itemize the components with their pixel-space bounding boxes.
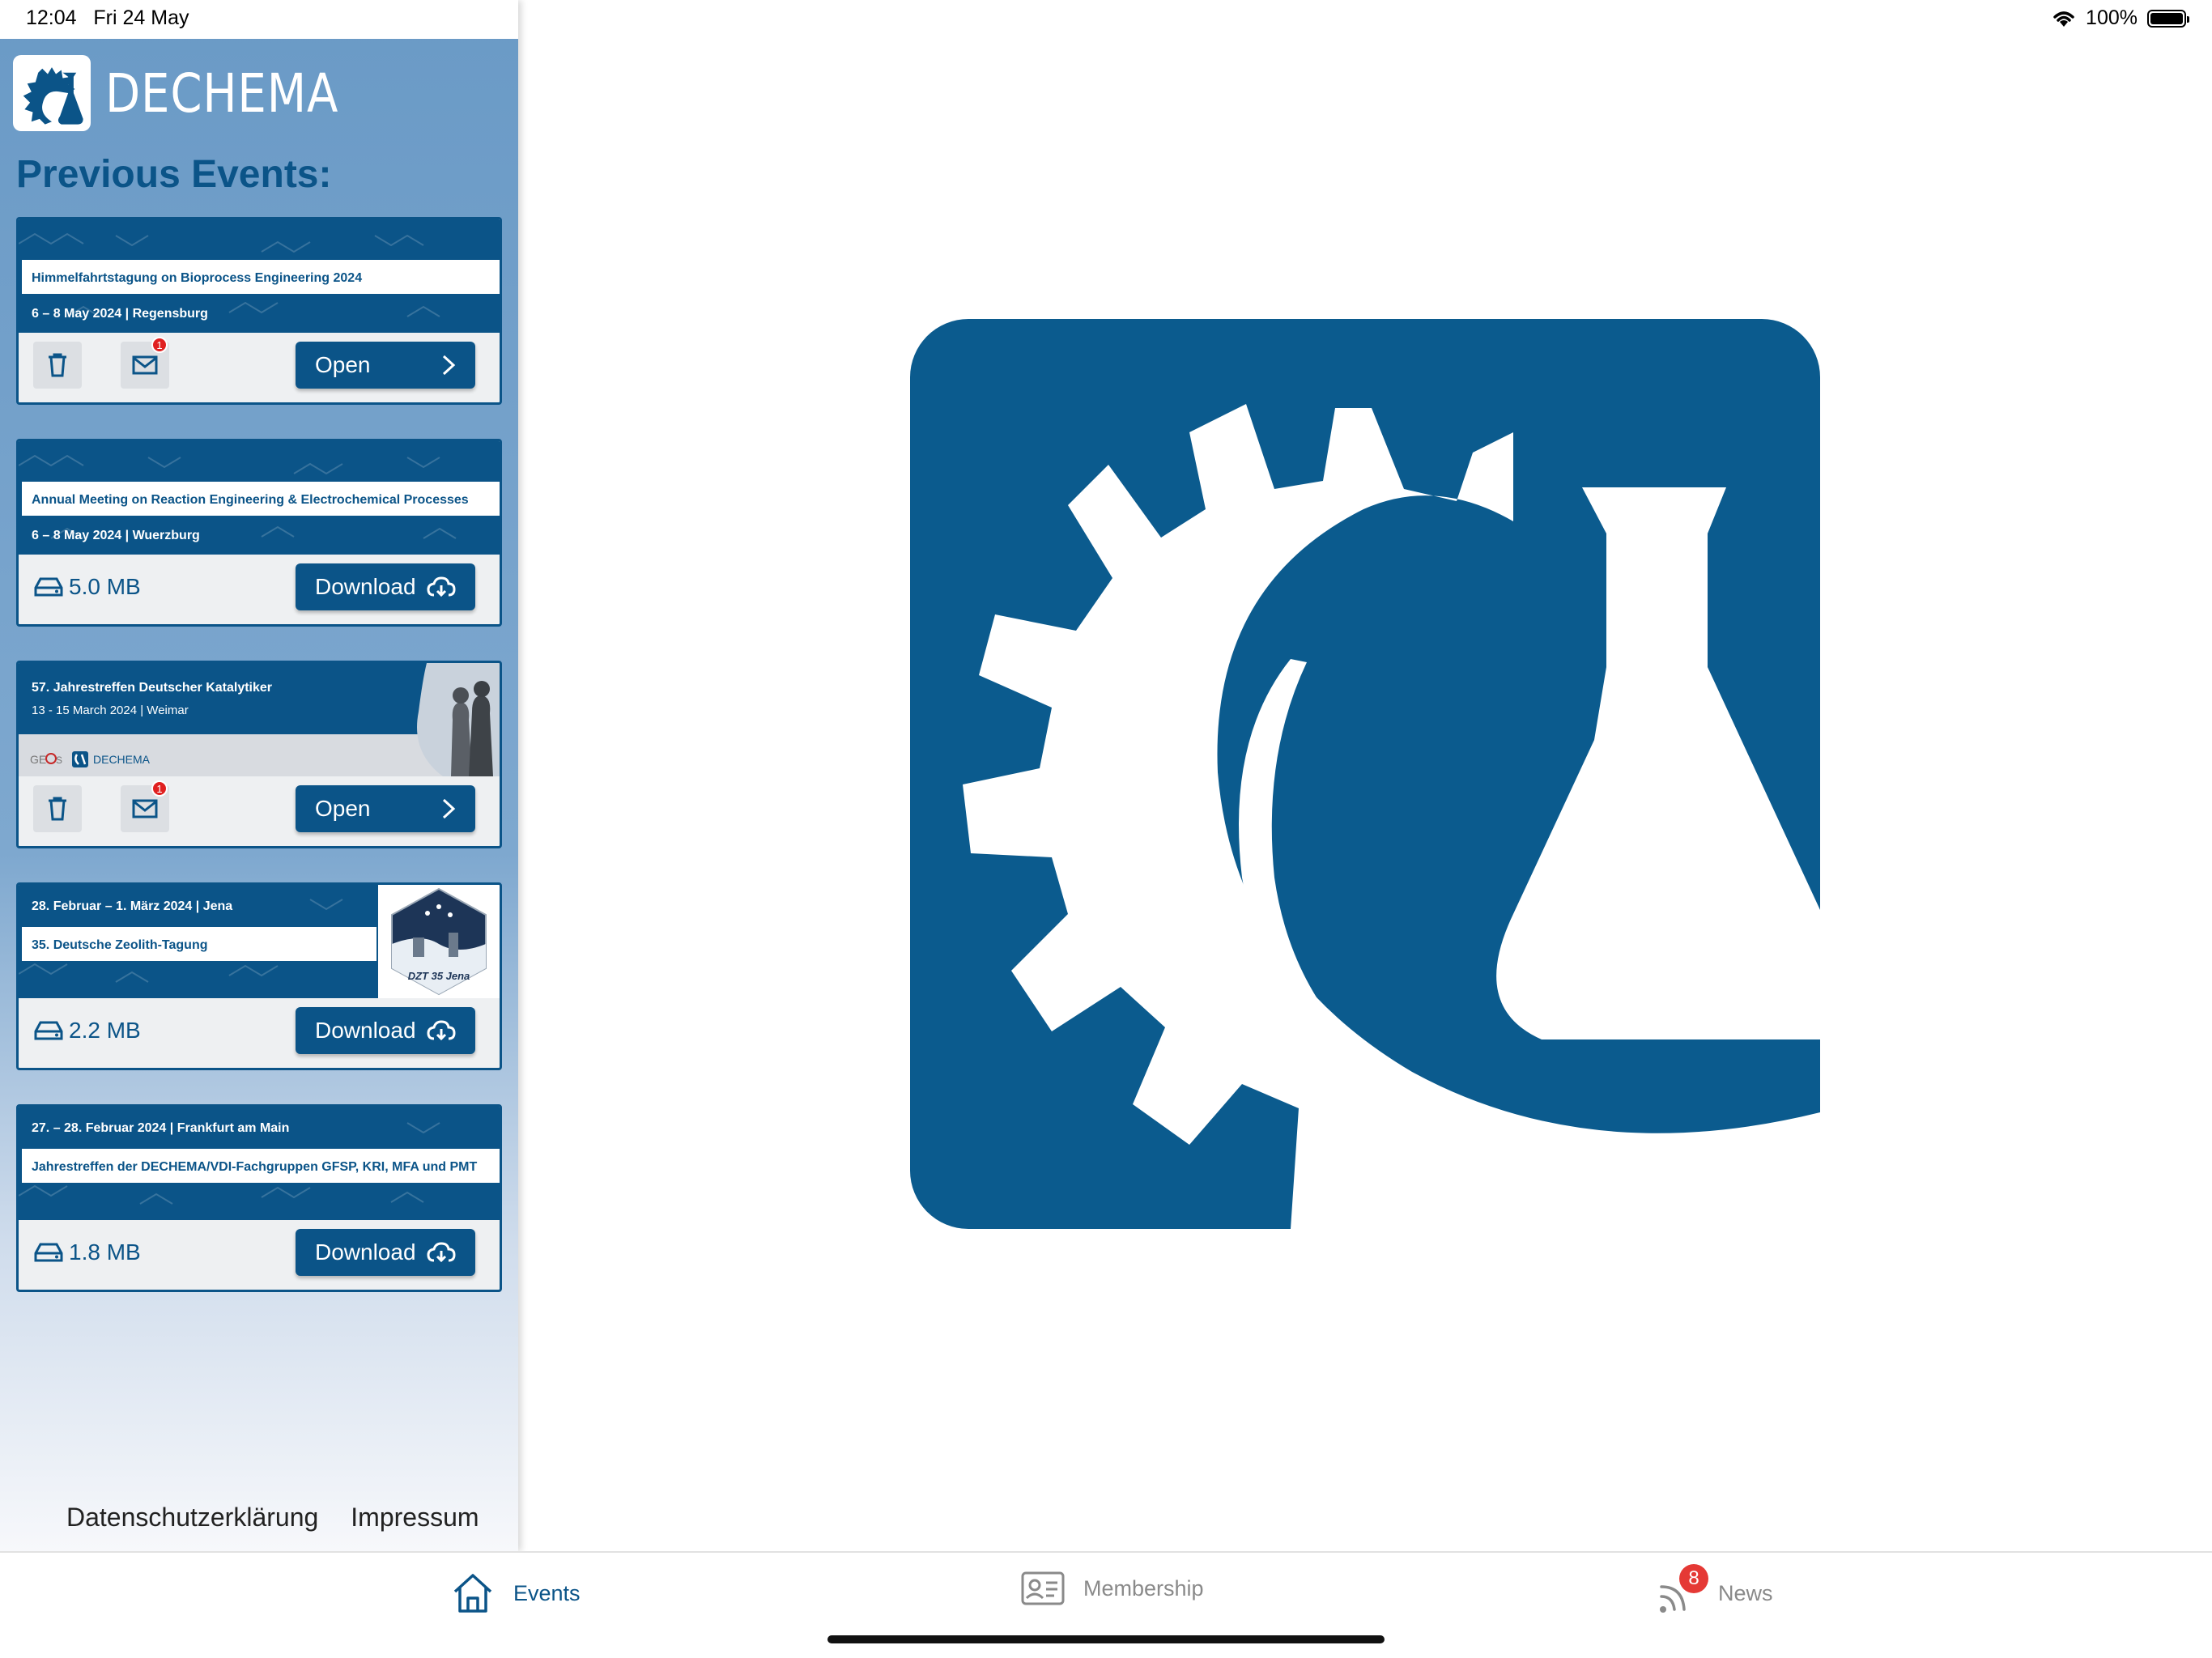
mail-icon [132, 799, 158, 818]
delete-button[interactable] [33, 785, 82, 832]
battery-percentage: 100% [2086, 6, 2138, 29]
cloud-download-icon [427, 1242, 456, 1263]
event-actions: 1.8 MB Download [19, 1215, 500, 1290]
dechema-logo-icon [13, 55, 91, 131]
imprint-link[interactable]: Impressum [351, 1503, 479, 1533]
event-card[interactable]: 28. Februar – 1. März 2024 | Jena 35. De… [16, 882, 502, 1070]
event-title: Annual Meeting on Reaction Engineering &… [22, 482, 500, 516]
events-sidebar: DECHEMA Previous Events: Himmelfahrtstag… [0, 0, 518, 1551]
event-details: Jahrestreffen der DECHEMA/VDI-Fachgruppe… [22, 1149, 500, 1183]
messages-button[interactable]: 1 [121, 780, 169, 832]
dechema-small-logo-icon [72, 751, 88, 767]
download-button[interactable]: Download [296, 1229, 475, 1276]
statue-image-icon [417, 663, 500, 776]
event-actions: 1 Open [19, 328, 500, 402]
brand-name: DECHEMA [105, 62, 339, 125]
event-actions: 2.2 MB Download [19, 993, 500, 1068]
home-indicator [827, 1635, 1385, 1643]
event-title: Himmelfahrtstagung on Bioprocess Enginee… [22, 260, 500, 294]
event-banner: Himmelfahrtstagung on Bioprocess Enginee… [19, 219, 500, 333]
event-card[interactable]: 27. – 28. Februar 2024 | Frankfurt am Ma… [16, 1104, 502, 1292]
event-title: 27. – 28. Februar 2024 | Frankfurt am Ma… [32, 1121, 290, 1135]
svg-text:S: S [56, 755, 62, 766]
mail-badge: 1 [151, 337, 168, 353]
event-actions: 5.0 MB Download [19, 550, 500, 624]
section-title: Previous Events: [16, 153, 332, 196]
event-title: 57. Jahrestreffen Deutscher Katalytiker [32, 681, 273, 695]
file-size: 5.0 MB [33, 574, 141, 600]
chevron-right-icon [442, 798, 456, 819]
event-card[interactable]: 57. Jahrestreffen Deutscher Katalytiker … [16, 661, 502, 848]
brand-header: DECHEMA [13, 55, 380, 131]
file-size: 1.8 MB [33, 1239, 141, 1265]
delete-button[interactable] [33, 342, 82, 389]
dzt-badge: DZT 35 Jena [378, 885, 500, 998]
trash-icon [49, 353, 66, 377]
event-banner: Annual Meeting on Reaction Engineering &… [19, 441, 500, 555]
mail-badge: 1 [151, 780, 168, 797]
battery-icon [2147, 9, 2189, 28]
event-title: 28. Februar – 1. März 2024 | Jena [32, 899, 233, 913]
hard-drive-icon [34, 577, 63, 597]
sidebar-footer-links: Datenschutzerklärung Impressum [66, 1503, 479, 1533]
event-banner: 27. – 28. Februar 2024 | Frankfurt am Ma… [19, 1107, 500, 1220]
privacy-policy-link[interactable]: Datenschutzerklärung [66, 1503, 318, 1533]
dechema-large-logo-icon [910, 319, 1820, 1229]
event-details: 35. Deutsche Zeolith-Tagung [22, 927, 376, 961]
gecats-logo-icon: GE S [30, 753, 62, 766]
tab-membership[interactable]: Membership [1020, 1571, 1204, 1606]
cloud-download-icon [427, 576, 456, 597]
event-details: 6 – 8 May 2024 | Regensburg [32, 307, 208, 321]
cloud-download-icon [427, 1020, 456, 1041]
tab-news[interactable]: 8 News [1655, 1564, 1773, 1616]
download-button[interactable]: Download [296, 563, 475, 610]
event-org: GE S DECHEMA [30, 747, 150, 772]
event-card[interactable]: Himmelfahrtstagung on Bioprocess Enginee… [16, 217, 502, 405]
event-details: 6 – 8 May 2024 | Wuerzburg [32, 529, 200, 542]
wifi-icon [2053, 11, 2074, 27]
event-card[interactable]: Annual Meeting on Reaction Engineering &… [16, 439, 502, 627]
chevron-right-icon [442, 355, 456, 376]
open-button[interactable]: Open [296, 785, 475, 832]
id-card-icon [1021, 1571, 1065, 1605]
event-details: 13 - 15 March 2024 | Weimar [32, 704, 189, 717]
file-size: 2.2 MB [33, 1018, 141, 1044]
status-time: 12:04 Fri 24 May [26, 6, 189, 29]
open-button[interactable]: Open [296, 342, 475, 389]
event-banner: 57. Jahrestreffen Deutscher Katalytiker … [19, 663, 500, 776]
svg-text:GE: GE [30, 753, 46, 766]
event-banner: 28. Februar – 1. März 2024 | Jena 35. De… [19, 885, 500, 998]
messages-button[interactable]: 1 [121, 337, 169, 389]
hard-drive-icon [34, 1243, 63, 1262]
mail-icon [132, 355, 158, 375]
status-indicators: 100% [2052, 6, 2189, 30]
news-badge: 8 [1679, 1564, 1708, 1593]
hard-drive-icon [34, 1021, 63, 1040]
tab-events[interactable]: Events [450, 1571, 581, 1616]
event-actions: 1 Open [19, 772, 500, 846]
status-bar: 12:04 Fri 24 May 100% [0, 0, 2212, 39]
home-icon [453, 1574, 492, 1613]
trash-icon [49, 797, 66, 821]
download-button[interactable]: Download [296, 1007, 475, 1054]
